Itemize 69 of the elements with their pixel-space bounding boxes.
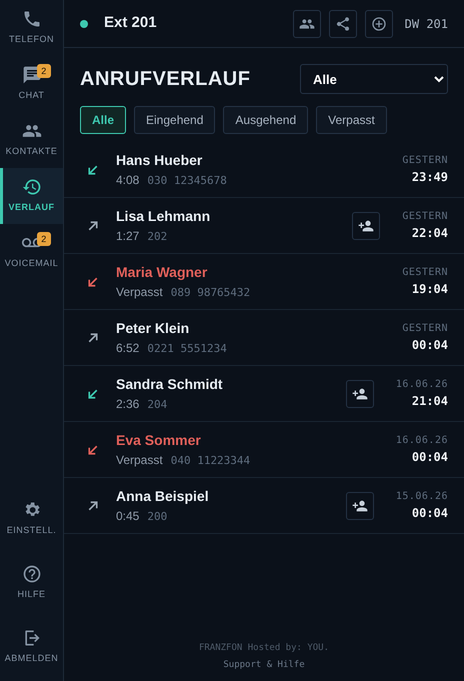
phone-icon bbox=[22, 9, 42, 30]
phone-number: 089 98765432 bbox=[170, 284, 250, 301]
call-duration: Verpasst bbox=[116, 284, 163, 301]
phone-number: 040 11223344 bbox=[170, 452, 250, 469]
call-date: 15.06.26 bbox=[396, 490, 448, 504]
add-person-icon bbox=[352, 498, 368, 514]
footer-text: FRANZFON Hosted by: YOU. bbox=[198, 642, 330, 656]
call-time: 22:04 bbox=[412, 225, 448, 242]
sidebar-item[interactable]: EINSTELL. bbox=[0, 491, 63, 547]
sidebar-item[interactable]: HILFE bbox=[0, 555, 63, 611]
sidebar-item[interactable]: CHAT 2 bbox=[0, 56, 63, 112]
unread-badge: 2 bbox=[37, 64, 51, 78]
sidebar-item[interactable]: VERLAUF bbox=[0, 168, 63, 224]
add-icon bbox=[370, 16, 387, 32]
page-title: ANRUFVERLAUF bbox=[80, 67, 250, 91]
call-date: GESTERN bbox=[402, 266, 448, 280]
call-time: 00:04 bbox=[412, 505, 448, 522]
share-button[interactable] bbox=[328, 10, 357, 38]
add-person-icon bbox=[352, 386, 368, 402]
call-time: 23:49 bbox=[412, 169, 448, 186]
add-contact-button[interactable] bbox=[346, 492, 374, 520]
caller-name: Eva Sommer bbox=[116, 430, 201, 450]
call-duration: 6:52 bbox=[116, 340, 140, 357]
caller-name: Hans Hueber bbox=[116, 150, 202, 170]
call-duration: 4:08 bbox=[116, 172, 140, 189]
call-date: GESTERN bbox=[402, 210, 448, 224]
call-time: 00:04 bbox=[412, 449, 448, 466]
phone-number: 0221 5551234 bbox=[147, 340, 227, 357]
add-button[interactable] bbox=[364, 10, 393, 38]
help-icon bbox=[22, 564, 42, 584]
direct-dial-label: DW 201 bbox=[404, 16, 448, 32]
phone-number: 030 12345678 bbox=[147, 172, 227, 189]
call-date: 16.06.26 bbox=[396, 434, 448, 448]
phone-number: 200 bbox=[147, 508, 168, 525]
sidebar-item[interactable]: KONTAKTE bbox=[0, 112, 63, 168]
call-date: 16.06.26 bbox=[396, 378, 448, 392]
call-time: 19:04 bbox=[412, 281, 448, 298]
phone-number: 204 bbox=[147, 396, 168, 413]
call-date: GESTERN bbox=[402, 322, 448, 336]
sidebar-item[interactable]: TELEFON bbox=[0, 0, 63, 56]
extension-label: Ext 201 bbox=[104, 13, 157, 34]
phone-number: 202 bbox=[147, 228, 168, 245]
call-time: 00:04 bbox=[412, 337, 448, 354]
group-button[interactable] bbox=[292, 10, 321, 38]
support-link[interactable]: Support & Hilfe bbox=[223, 660, 305, 670]
history-icon bbox=[22, 177, 42, 198]
filter-tab[interactable]: Verpasst bbox=[316, 106, 387, 134]
sidebar-item[interactable]: VOICEMAIL 2 bbox=[0, 224, 63, 280]
call-duration: 1:27 bbox=[116, 228, 140, 245]
add-person-icon bbox=[358, 218, 374, 234]
filter-dropdown[interactable]: Alle bbox=[300, 64, 448, 94]
unread-badge: 2 bbox=[37, 232, 51, 246]
caller-name: Peter Klein bbox=[116, 318, 190, 338]
call-duration: 2:36 bbox=[116, 396, 140, 413]
call-date: GESTERN bbox=[402, 154, 448, 168]
filter-tab[interactable]: Ausgehend bbox=[223, 106, 308, 134]
add-contact-button[interactable] bbox=[346, 380, 374, 408]
sidebar-item[interactable]: ABMELDEN bbox=[0, 619, 63, 675]
caller-name: Maria Wagner bbox=[116, 262, 208, 282]
caller-name: Anna Beispiel bbox=[116, 486, 209, 506]
filter-tab[interactable]: Eingehend bbox=[134, 106, 216, 134]
add-contact-button[interactable] bbox=[352, 212, 380, 240]
call-duration: 0:45 bbox=[116, 508, 140, 525]
caller-name: Lisa Lehmann bbox=[116, 206, 210, 226]
share-icon bbox=[334, 16, 351, 32]
filter-tab[interactable]: Alle bbox=[80, 106, 126, 134]
call-time: 21:04 bbox=[412, 393, 448, 410]
caller-name: Sandra Schmidt bbox=[116, 374, 223, 394]
call-duration: Verpasst bbox=[116, 452, 163, 469]
